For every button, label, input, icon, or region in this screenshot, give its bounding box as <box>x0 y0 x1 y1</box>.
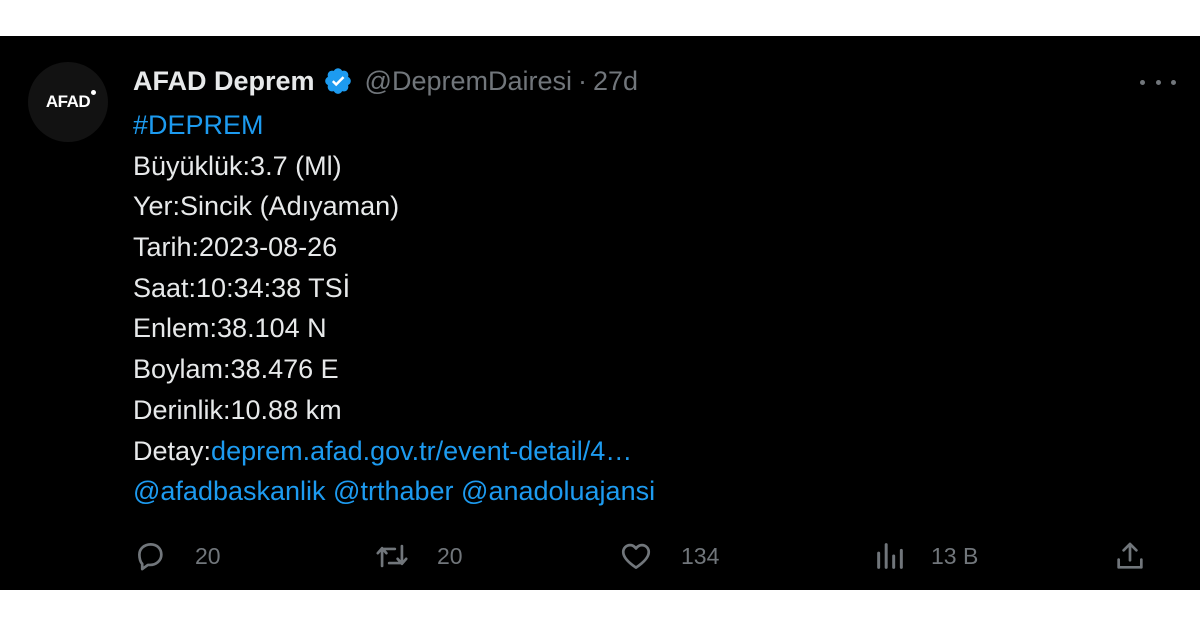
longitude-line: Boylam:38.476 E <box>133 354 339 385</box>
tweet-timestamp[interactable]: 27d <box>593 66 638 97</box>
latitude-line: Enlem:38.104 N <box>133 313 327 344</box>
retweet-arrows-icon <box>376 544 408 568</box>
action-bar: 20 20 134 13 B <box>133 536 1173 576</box>
tweet-text: #DEPREM Büyüklük:3.7 (Ml) Yer:Sincik (Ad… <box>133 105 1133 512</box>
dot <box>1140 79 1145 85</box>
hashtag-link[interactable]: #DEPREM <box>133 110 264 140</box>
bar-chart-icon <box>877 543 903 569</box>
heart-icon <box>621 543 651 569</box>
dot <box>1155 79 1161 85</box>
time-line: Saat:10:34:38 TSİ <box>133 272 351 303</box>
retweet-count: 20 <box>437 542 463 569</box>
reply-button[interactable]: 20 <box>133 536 221 576</box>
separator-dot: · <box>578 65 588 96</box>
dot <box>1171 79 1176 85</box>
verified-badge-icon[interactable] <box>323 66 353 96</box>
share-upload-icon <box>1117 542 1143 569</box>
share-button[interactable] <box>1113 536 1147 576</box>
mention-link[interactable]: @afadbaskanlik <box>133 476 326 506</box>
date-line: Tarih:2023-08-26 <box>133 232 338 263</box>
avatar[interactable]: AFAD <box>28 62 108 142</box>
retweet-button[interactable]: 20 <box>375 536 463 576</box>
tweet-header: AFAD Deprem @DepremDairesi · 27d <box>133 62 638 100</box>
reply-count: 20 <box>195 542 221 569</box>
reply-bubble-icon <box>138 543 163 571</box>
detail-label: Detay: <box>133 435 212 466</box>
view-count: 13 B <box>931 542 979 569</box>
mention-link[interactable]: @trthaber <box>333 476 453 506</box>
magnitude-line: Büyüklük:3.7 (Ml) <box>133 150 342 181</box>
avatar-logo-text: AFAD <box>45 90 97 111</box>
location-line: Yer:Sincik (Adıyaman) <box>133 191 400 222</box>
mention-link[interactable]: @anadoluajansi <box>461 476 655 506</box>
detail-link[interactable]: deprem.afad.gov.tr/event-detail/4… <box>211 436 632 466</box>
like-count: 134 <box>681 542 720 569</box>
like-button[interactable]: 134 <box>619 536 719 576</box>
views-button[interactable]: 13 B <box>873 536 978 576</box>
depth-line: Derinlik:10.88 km <box>133 394 342 425</box>
display-name[interactable]: AFAD Deprem <box>133 66 315 97</box>
user-handle[interactable]: @DepremDairesi <box>365 66 572 97</box>
more-dots-icon[interactable] <box>1140 70 1176 94</box>
